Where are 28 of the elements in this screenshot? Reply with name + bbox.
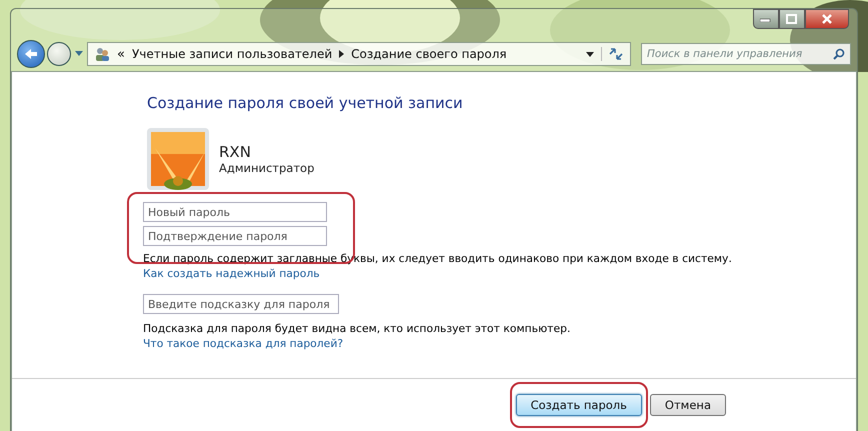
back-arrow-icon	[24, 48, 38, 60]
users-icon	[94, 46, 110, 62]
user-role: Администратор	[219, 161, 314, 175]
password-field[interactable]: Новый пароль	[143, 202, 327, 222]
page-heading: Создание пароля своей учетной записи	[147, 94, 463, 112]
close-icon	[821, 14, 833, 24]
cancel-button[interactable]: Отмена	[650, 394, 726, 416]
separator-arrow-icon	[339, 50, 344, 58]
maximize-icon	[786, 14, 798, 24]
address-bar[interactable]: « Учетные записи пользователей Создание своего пароля	[87, 42, 631, 66]
strong-password-link[interactable]: Как создать надежный пароль	[143, 267, 320, 280]
refresh-icon[interactable]	[601, 47, 624, 61]
hint-field[interactable]: Введите подсказку для пароля	[143, 294, 339, 314]
dropdown-icon[interactable]	[586, 52, 594, 56]
search-field[interactable]: Поиск в панели управления	[641, 43, 851, 65]
maximize-button[interactable]	[779, 9, 805, 29]
hint-note: Подсказка для пароля будет видна всем, кто использует этот компьютер.	[143, 322, 570, 335]
password-field[interactable]: Подтверждение пароля	[143, 226, 327, 246]
minimize-icon	[760, 16, 772, 22]
hint-link[interactable]: Что такое подсказка для паролей?	[143, 337, 344, 350]
create-password-button[interactable]: Создать пароль	[516, 394, 642, 416]
search-icon	[833, 48, 845, 60]
breadcrumb-item[interactable]: Создание своего пароля	[351, 47, 507, 61]
user-name: RXN	[219, 143, 252, 161]
breadcrumb-chevron[interactable]: «	[117, 46, 125, 62]
close-button[interactable]	[805, 9, 849, 29]
breadcrumb-item[interactable]: Учетные записи пользователей	[132, 47, 332, 61]
minimize-button[interactable]	[753, 9, 779, 29]
